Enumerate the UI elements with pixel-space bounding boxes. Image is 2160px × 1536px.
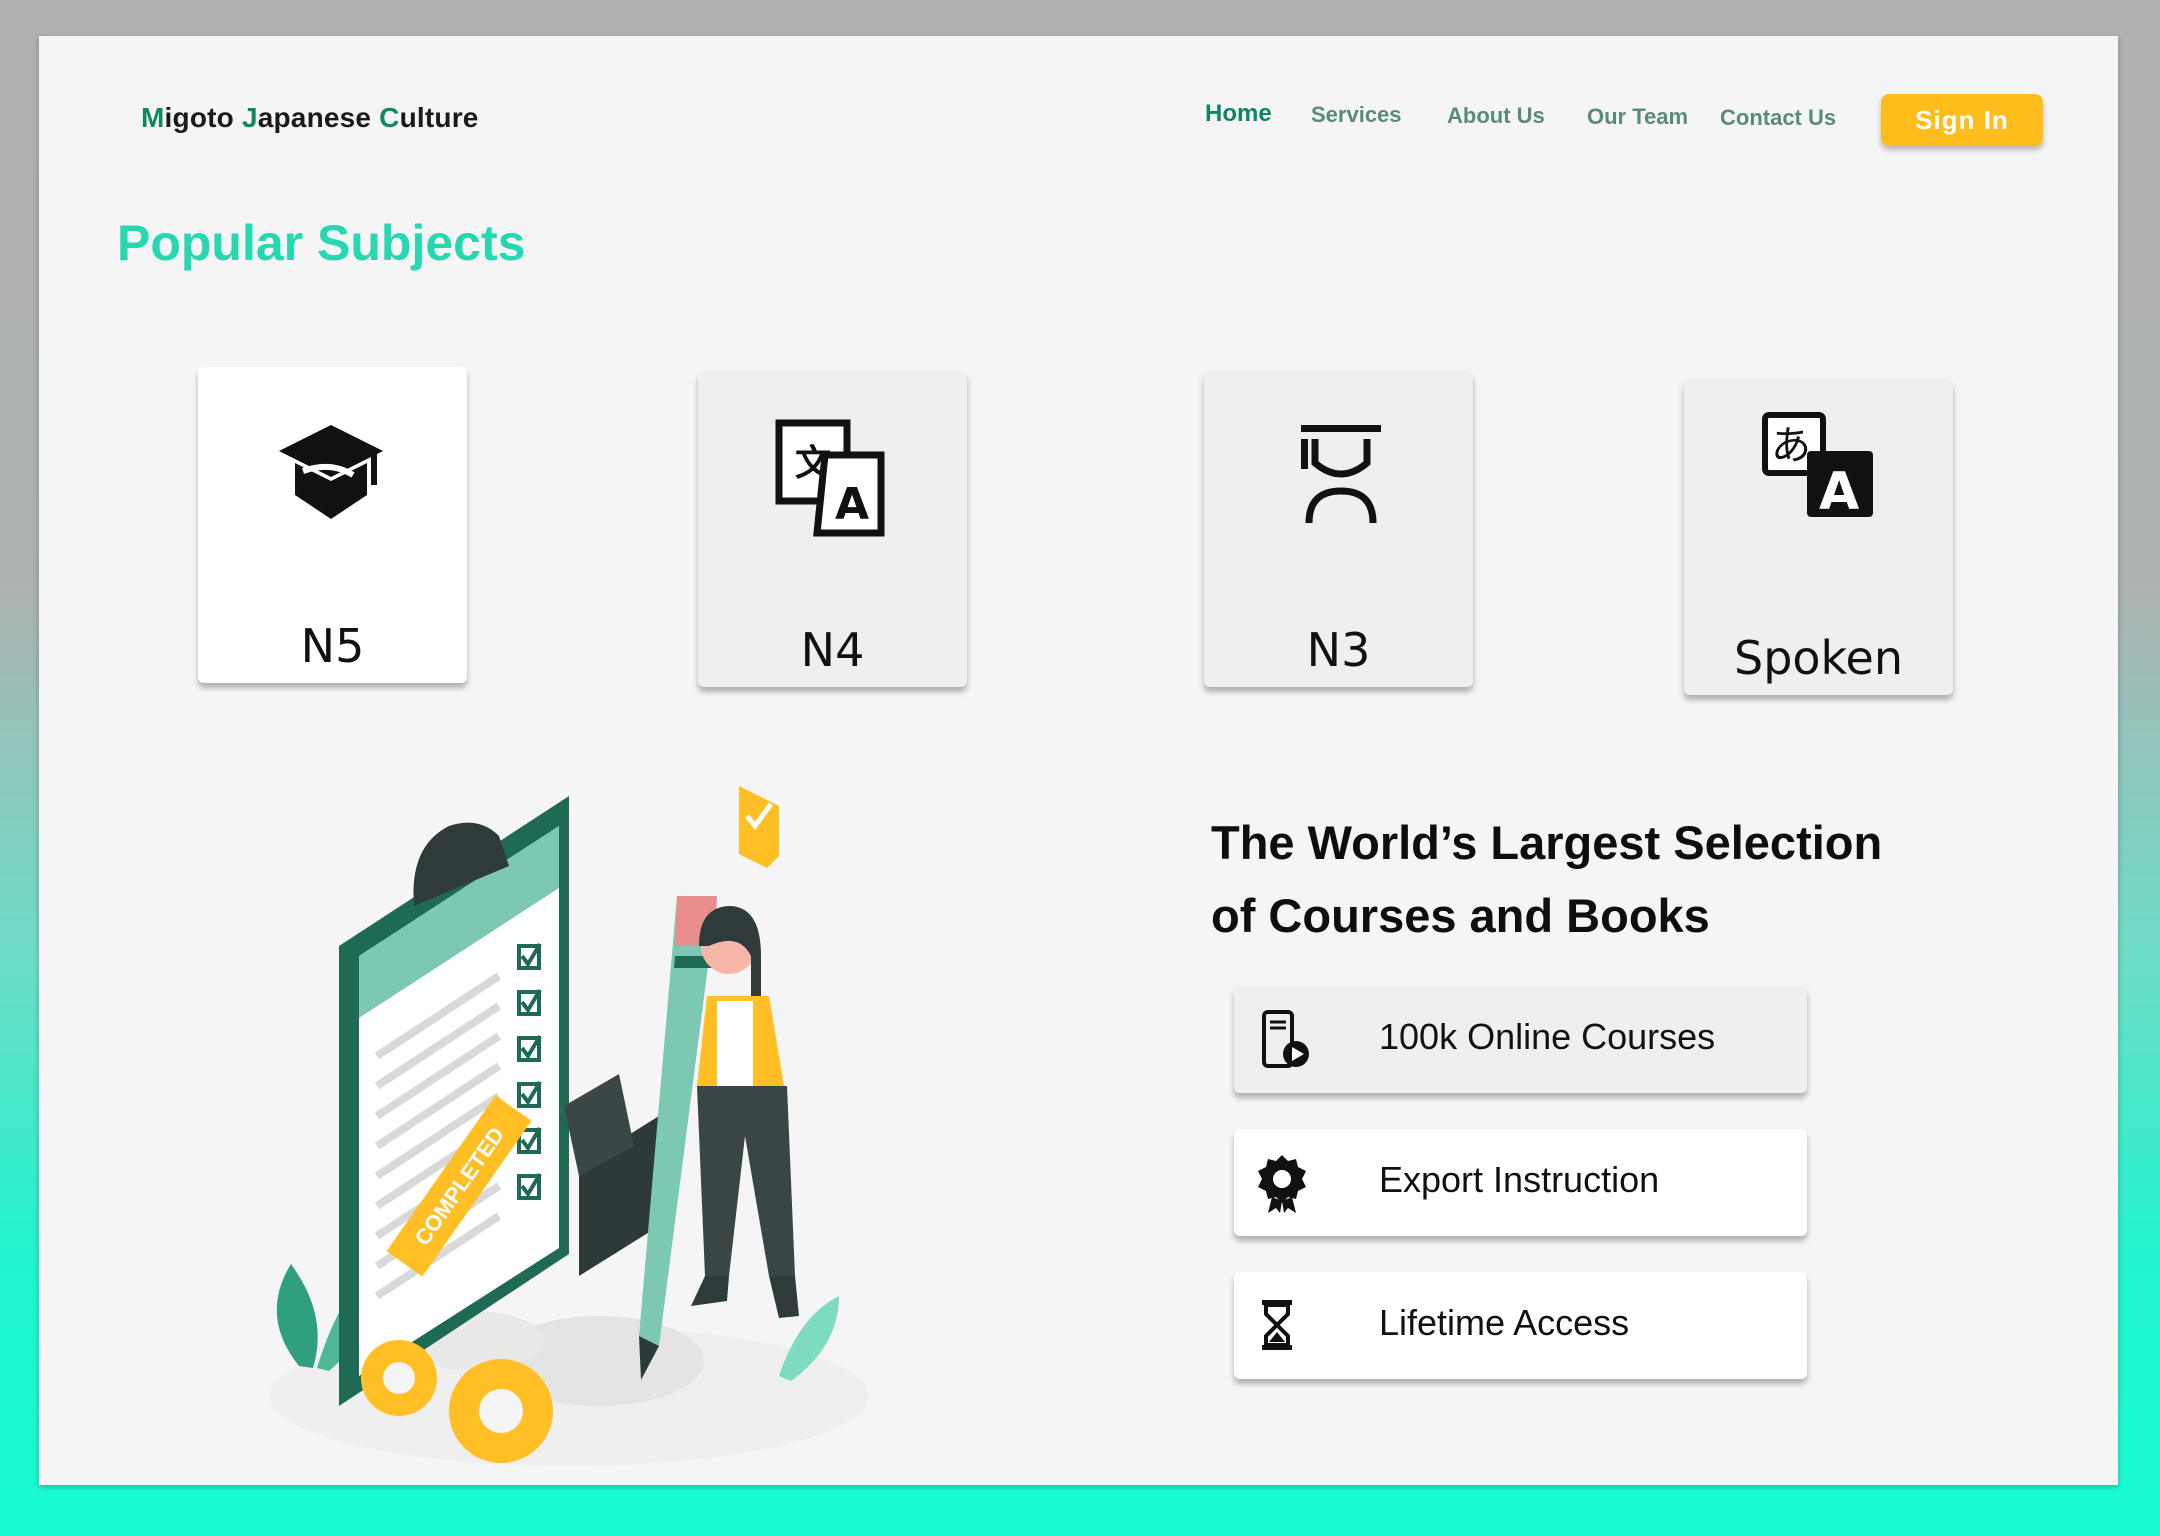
svg-text:あ: あ xyxy=(1771,423,1811,469)
feature-export-instruction[interactable]: Export Instruction xyxy=(1234,1129,1807,1236)
hourglass-icon xyxy=(1258,1296,1316,1356)
subject-card-spoken[interactable]: あ A Spoken xyxy=(1684,379,1953,695)
card-label: N3 xyxy=(1306,623,1371,677)
feature-online-courses[interactable]: 100k Online Courses xyxy=(1234,986,1807,1093)
feature-label: Export Instruction xyxy=(1379,1159,1660,1200)
feature-lifetime-access[interactable]: Lifetime Access xyxy=(1234,1272,1807,1379)
section-title: Popular Subjects xyxy=(117,215,526,271)
card-label: N5 xyxy=(300,619,365,673)
subject-card-n4[interactable]: 文 A N4 xyxy=(698,371,967,687)
subject-card-n3[interactable]: N3 xyxy=(1204,371,1473,687)
checklist-illustration: COMPLETED xyxy=(269,786,869,1466)
main-nav: Home Services About Us Our Team Contact … xyxy=(39,100,2118,142)
nav-about-us[interactable]: About Us xyxy=(1447,103,1545,129)
language-icon: あ A xyxy=(1684,411,1953,531)
graduation-cap-icon xyxy=(198,415,467,535)
card-label: Spoken xyxy=(1734,631,1903,685)
sign-in-button[interactable]: Sign In xyxy=(1881,94,2043,146)
svg-text:A: A xyxy=(1819,462,1859,522)
nav-our-team[interactable]: Our Team xyxy=(1587,104,1688,130)
nav-home[interactable]: Home xyxy=(1205,100,1272,128)
student-icon xyxy=(1204,419,1473,539)
feature-label: 100k Online Courses xyxy=(1379,1016,1716,1057)
translate-icon: 文 A xyxy=(698,419,967,539)
nav-contact-us[interactable]: Contact Us xyxy=(1720,105,1836,131)
svg-text:A: A xyxy=(835,479,869,530)
award-icon xyxy=(1258,1153,1316,1213)
subject-card-n5[interactable]: N5 xyxy=(198,367,467,683)
feature-label: Lifetime Access xyxy=(1379,1302,1630,1343)
mobile-video-icon xyxy=(1258,1010,1316,1070)
card-label: N4 xyxy=(800,623,865,677)
landing-page: Migoto Japanese Culture Home Services Ab… xyxy=(39,36,2118,1485)
nav-services[interactable]: Services xyxy=(1311,102,1402,128)
promo-headline: The World’s Largest Selection of Courses… xyxy=(1211,816,1883,942)
